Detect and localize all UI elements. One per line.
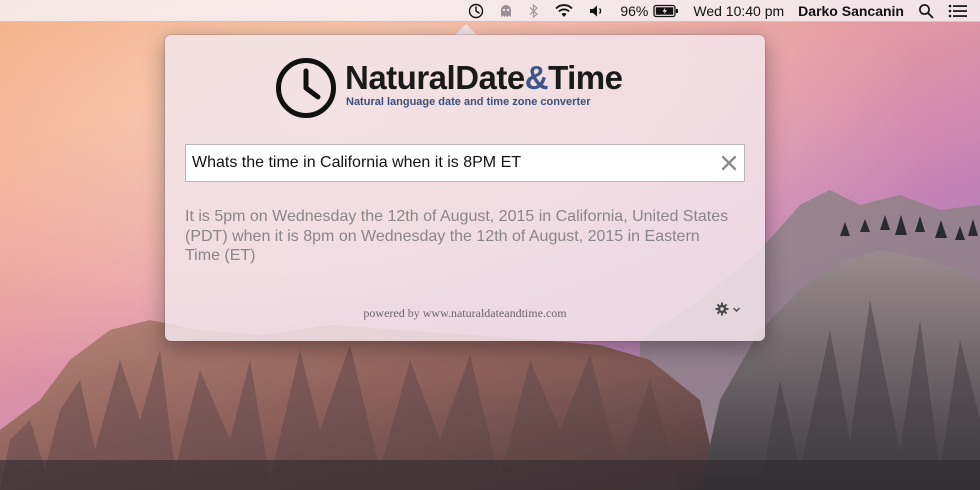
battery-icon [653, 4, 679, 18]
chevron-down-icon [733, 307, 740, 312]
volume-icon[interactable] [588, 0, 606, 22]
wifi-icon[interactable] [554, 0, 574, 22]
settings-button[interactable] [715, 302, 741, 316]
menubar-datetime[interactable]: Wed 10:40 pm [693, 0, 784, 22]
battery-percent: 96% [620, 2, 649, 19]
menu-bar: 96% Wed 10:40 pm Darko Sancanin [0, 0, 980, 22]
app-title: NaturalDate&Time [345, 59, 623, 96]
clear-button[interactable] [714, 145, 744, 181]
naturaldate-popover: NaturalDate&Time Natural language date a… [165, 35, 765, 341]
menu-list-icon[interactable] [948, 0, 968, 22]
logo-text: NaturalDate&Time Natural language date a… [345, 57, 623, 109]
battery-status[interactable]: 96% [620, 0, 679, 22]
bluetooth-icon[interactable] [528, 0, 540, 22]
app-logo: NaturalDate&Time Natural language date a… [275, 57, 623, 119]
powered-by-link[interactable]: powered by www.naturaldateandtime.com [165, 306, 765, 321]
app-subtitle: Natural language date and time zone conv… [346, 96, 591, 108]
menubar-user[interactable]: Darko Sancanin [798, 0, 904, 22]
search-icon[interactable] [918, 0, 934, 22]
result-text: It is 5pm on Wednesday the 12th of Augus… [185, 208, 729, 264]
app-icon[interactable] [498, 0, 514, 22]
gear-icon [715, 302, 729, 316]
clock-logo-icon [276, 58, 336, 118]
query-box [185, 144, 745, 182]
close-icon [721, 155, 737, 171]
popover-arrow [455, 24, 477, 35]
query-input[interactable] [186, 145, 714, 181]
desktop: 96% Wed 10:40 pm Darko Sancanin NaturalD… [0, 0, 980, 490]
clock-icon[interactable] [464, 0, 491, 22]
